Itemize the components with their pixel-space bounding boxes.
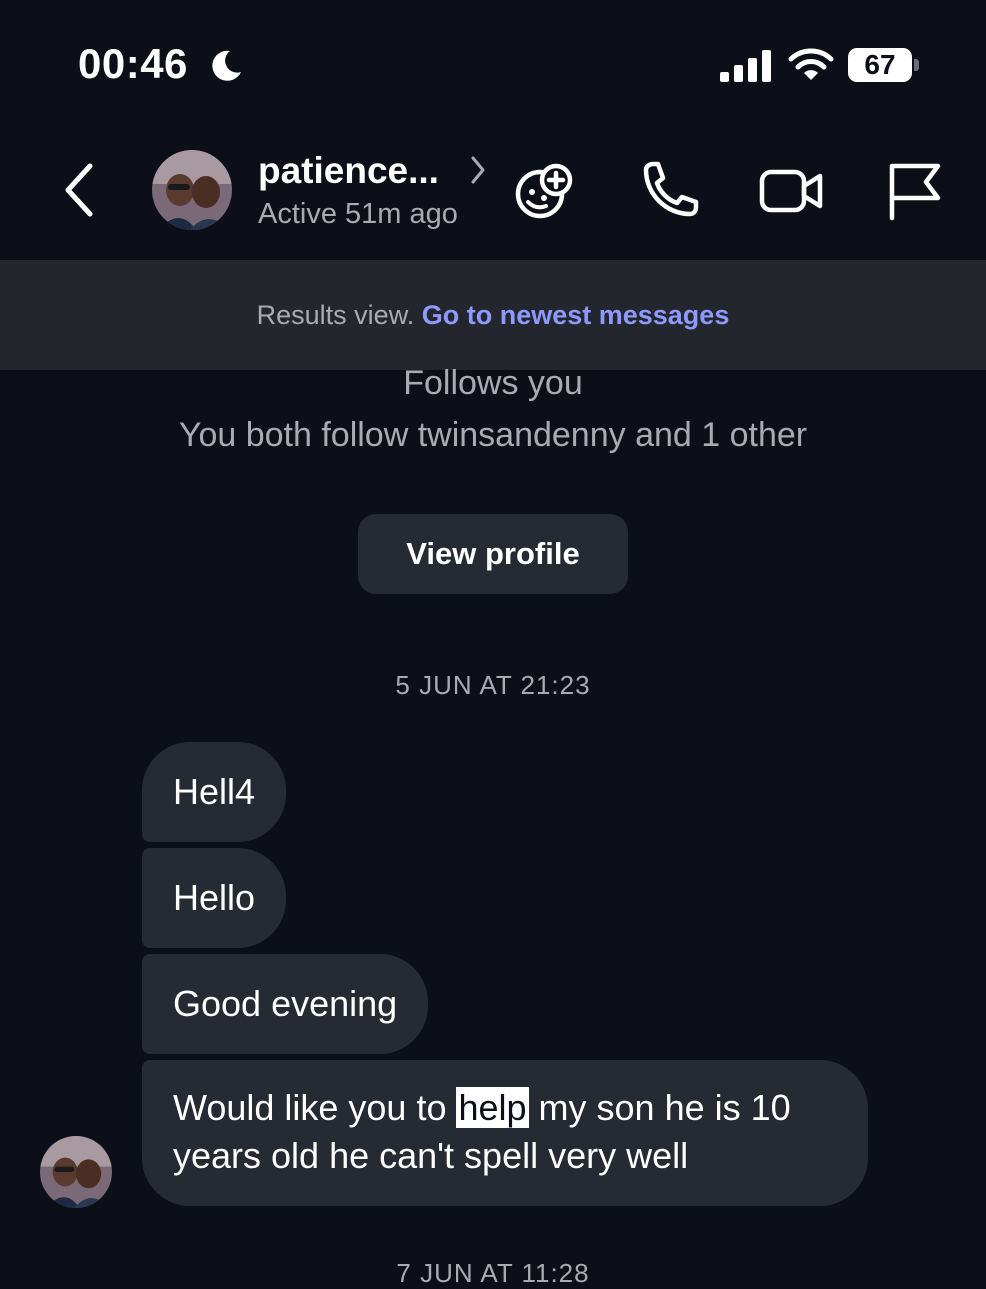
sender-avatar[interactable] [40,1136,112,1208]
highlighted-search-match: help [456,1087,529,1128]
follows-you-text: Follows you [403,364,583,402]
message-text-part: Would like you to [173,1087,457,1128]
status-bar: 00:46 67 [0,0,986,130]
go-to-newest-link[interactable]: Go to newest messages [422,300,730,330]
results-banner: Results view. Go to newest messages [0,260,986,370]
message-bubble[interactable]: Good evening [142,954,429,1054]
message-text: Hello [173,877,256,918]
message-bubble[interactable]: Hell4 [142,742,287,842]
wifi-icon [788,48,834,80]
view-profile-button[interactable]: View profile [358,514,628,594]
phone-icon[interactable] [636,158,702,224]
battery-level: 67 [864,49,896,80]
chevron-right-icon[interactable] [468,154,488,186]
status-time: 00:46 [78,40,188,87]
message-bubble[interactable]: Would like you to help my son he is 10 y… [142,1060,868,1206]
moon-icon [212,50,241,81]
contact-avatar[interactable] [152,150,232,230]
message-text: Good evening [173,983,398,1024]
date-divider: 5 JUN AT 21:23 [395,670,591,700]
signal-icon [720,50,771,82]
conversation-header: patience... Active 51m ago [0,130,986,258]
active-status: Active 51m ago [258,198,458,230]
message-bubble[interactable]: Hello [142,848,287,948]
mutual-follows-text: You both follow twinsandenny and 1 other [178,416,808,454]
game-icon[interactable] [512,158,578,224]
battery-icon: 67 [848,48,920,82]
video-camera-icon[interactable] [758,158,824,224]
flag-icon[interactable] [882,158,948,224]
back-chevron-icon[interactable] [60,160,100,220]
contact-name[interactable]: patience... [258,150,439,192]
results-view-label: Results view. [256,300,415,330]
message-text: Hell4 [173,771,256,812]
date-divider: 7 JUN AT 11:28 [396,1258,590,1288]
